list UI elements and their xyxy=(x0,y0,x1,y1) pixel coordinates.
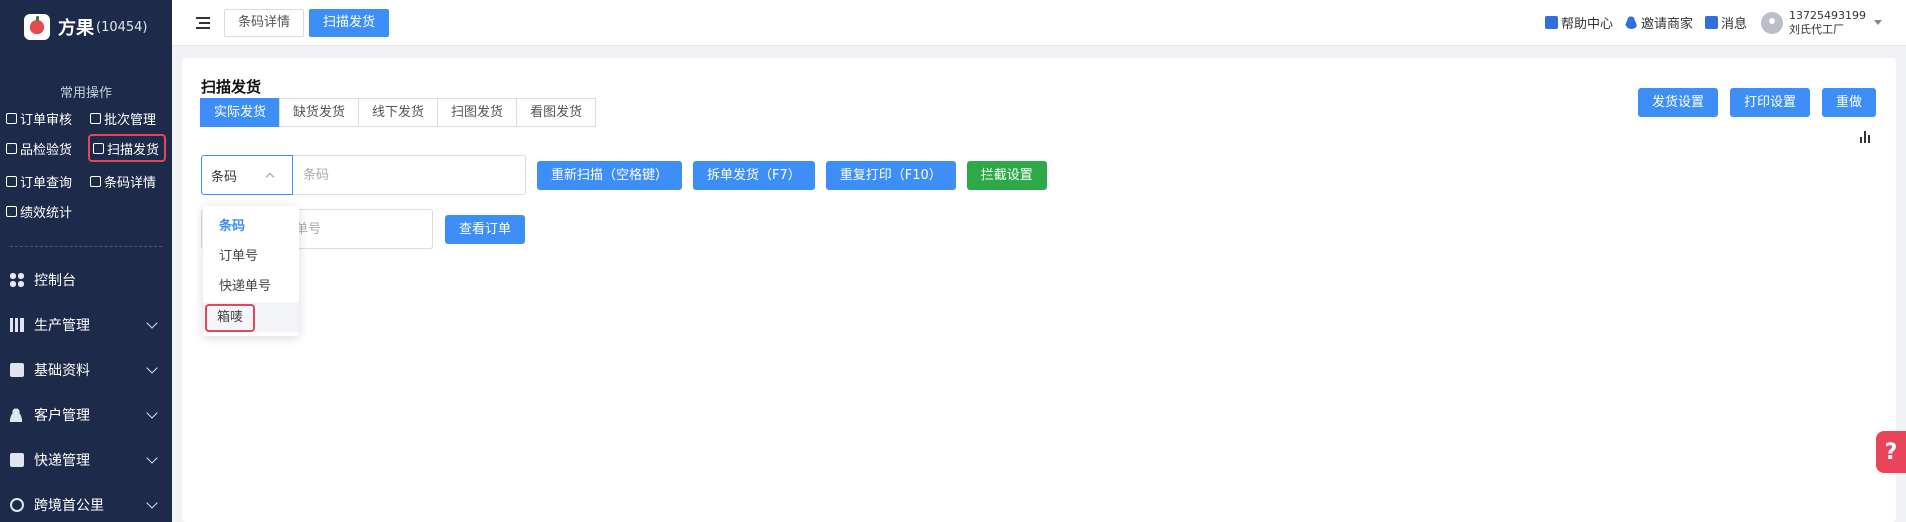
tab-scan-ship[interactable]: 扫描发货 xyxy=(309,8,390,37)
box-icon xyxy=(10,362,24,377)
message-icon xyxy=(1705,16,1718,29)
checkbox-icon xyxy=(6,112,17,124)
stats-icon xyxy=(6,205,17,217)
quick-item-stats[interactable]: 绩效统计 xyxy=(6,200,90,222)
chevron-down-icon xyxy=(146,316,158,329)
intercept-settings-button[interactable]: 拦截设置 xyxy=(966,160,1047,190)
quick-actions-grid: 订单审核 批次管理 品检验货 扫描发货 订单查询 条码详情 绩效统计 xyxy=(0,107,172,222)
scan-row: 条码 重新扫描（空格键） 拆单发货（F7） 重复打印（F10） 拦截设置 xyxy=(201,155,1047,195)
sidebar-item-dashboard[interactable]: 控制台 xyxy=(0,257,172,302)
chevron-down-icon xyxy=(146,361,158,374)
globe-icon xyxy=(10,497,24,512)
sidebar: 方果 (10454) 常用操作 订单审核 批次管理 品检验货 扫描发货 订单查询… xyxy=(0,0,172,522)
caret-down-icon[interactable] xyxy=(1874,20,1882,25)
quick-actions-title: 常用操作 xyxy=(59,86,112,101)
quick-item-batch[interactable]: 批次管理 xyxy=(90,107,174,129)
quick-item-order-query[interactable]: 订单查询 xyxy=(6,170,90,192)
sidebar-item-basic-data[interactable]: 基础资料 xyxy=(0,347,172,392)
print-settings-button[interactable]: 打印设置 xyxy=(1729,88,1810,117)
sidebar-item-cross-border[interactable]: 跨境首公里 xyxy=(0,482,172,522)
quick-item-inspect[interactable]: 品检验货 xyxy=(6,137,90,159)
redo-button[interactable]: 重做 xyxy=(1821,88,1876,117)
menu-toggle-icon[interactable] xyxy=(196,16,212,29)
tab-actual-ship[interactable]: 实际发货 xyxy=(200,98,281,127)
invite-merchant-link[interactable]: 邀请商家 xyxy=(1624,13,1693,32)
truck-icon xyxy=(10,452,24,467)
main-panel: 扫描发货 实际发货 缺货发货 线下发货 扫图发货 看图发货 发货设置 打印设置 … xyxy=(182,58,1896,522)
top-bar: 条码详情 扫描发货 帮助中心 邀请商家 消息 13725493199 刘氏代工厂 xyxy=(172,0,1906,46)
chevron-down-icon xyxy=(146,496,158,509)
quick-item-barcode[interactable]: 条码详情 xyxy=(90,170,174,192)
dropdown-option-order-no[interactable]: 订单号 xyxy=(203,242,299,272)
barcode-icon xyxy=(90,175,101,187)
page-title: 扫描发货 xyxy=(201,78,262,96)
dashboard-icon xyxy=(10,272,24,287)
quick-item-order-review[interactable]: 订单审核 xyxy=(6,107,90,129)
rescan-button[interactable]: 重新扫描（空格键） xyxy=(537,160,683,190)
right-actions: 发货设置 打印设置 重做 xyxy=(1626,88,1876,117)
brand-name: 方果 xyxy=(58,18,94,39)
scan-type-select[interactable]: 条码 xyxy=(201,155,293,195)
brand-code: (10454) xyxy=(96,19,148,35)
quick-item-scan-ship[interactable]: 扫描发货 xyxy=(88,134,166,162)
batch-icon xyxy=(90,112,101,124)
dropdown-option-tracking-no[interactable]: 快递单号 xyxy=(203,272,299,302)
sidebar-divider xyxy=(10,246,162,247)
ship-mode-tabs: 实际发货 缺货发货 线下发货 扫图发货 看图发货 xyxy=(200,98,597,127)
avatar[interactable] xyxy=(1761,11,1784,34)
scan-icon xyxy=(93,142,104,154)
chevron-up-icon xyxy=(265,172,275,181)
help-center-link[interactable]: 帮助中心 xyxy=(1544,13,1613,32)
tab-view-image-ship[interactable]: 看图发货 xyxy=(516,98,597,127)
user-phone: 13725493199 xyxy=(1789,8,1866,22)
search-doc-icon xyxy=(6,175,17,187)
help-icon xyxy=(1544,16,1558,29)
user-icon xyxy=(1624,16,1638,29)
split-ship-button[interactable]: 拆单发货（F7） xyxy=(693,160,815,190)
user-icon xyxy=(10,407,24,422)
inspect-icon xyxy=(6,142,17,154)
books-icon xyxy=(10,317,24,332)
scan-input[interactable] xyxy=(293,155,526,195)
tab-barcode-details[interactable]: 条码详情 xyxy=(224,8,305,37)
messages-link[interactable]: 消息 xyxy=(1705,13,1747,32)
floating-help-button[interactable]: ? xyxy=(1876,431,1906,473)
sidebar-item-production[interactable]: 生产管理 xyxy=(0,302,172,347)
brand[interactable]: 方果 (10454) xyxy=(0,0,172,54)
user-info[interactable]: 13725493199 刘氏代工厂 xyxy=(1789,9,1866,37)
chevron-down-icon xyxy=(146,451,158,464)
chevron-down-icon xyxy=(146,406,158,419)
dropdown-option-barcode[interactable]: 条码 xyxy=(203,212,299,242)
sidebar-item-customers[interactable]: 客户管理 xyxy=(0,392,172,437)
dropdown-option-carton-mark[interactable]: 箱唛 xyxy=(203,302,299,332)
view-order-button[interactable]: 查看订单 xyxy=(445,214,526,244)
tab-scan-image-ship[interactable]: 扫图发货 xyxy=(437,98,518,127)
scan-type-dropdown: 条码 订单号 快递单号 箱唛 xyxy=(203,206,299,336)
sidebar-item-express[interactable]: 快递管理 xyxy=(0,437,172,482)
apple-logo-icon xyxy=(24,14,50,40)
user-org: 刘氏代工厂 xyxy=(1789,22,1845,36)
tab-offline-ship[interactable]: 线下发货 xyxy=(358,98,439,127)
bar-chart-icon[interactable] xyxy=(1860,131,1874,143)
top-right-actions: 帮助中心 邀请商家 消息 13725493199 刘氏代工厂 xyxy=(1533,9,1906,37)
ship-settings-button[interactable]: 发货设置 xyxy=(1637,88,1718,117)
reprint-button[interactable]: 重复打印（F10） xyxy=(825,160,956,190)
tab-shortage-ship[interactable]: 缺货发货 xyxy=(279,98,360,127)
